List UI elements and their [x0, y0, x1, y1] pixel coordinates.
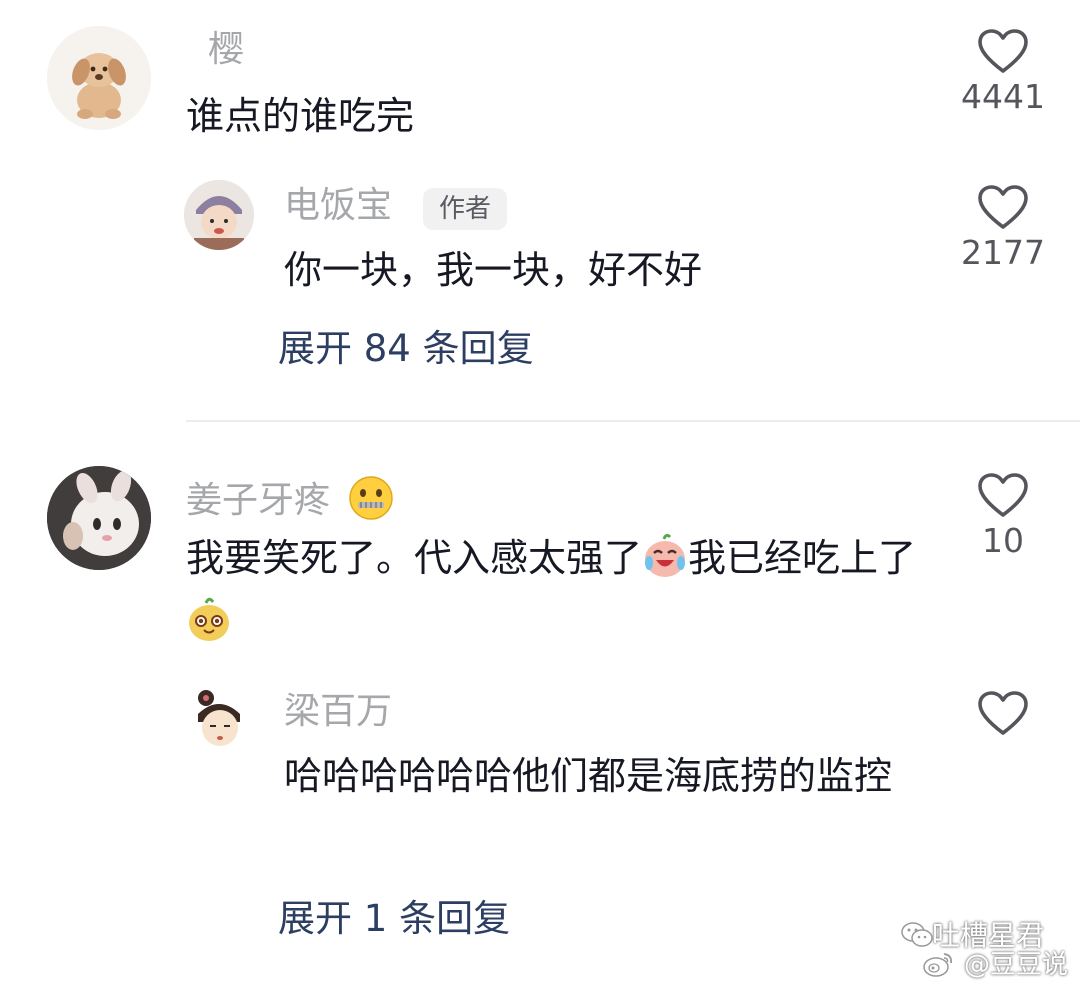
zipper-mouth-emoji-icon	[347, 474, 395, 522]
avatar[interactable]	[47, 26, 151, 130]
wechat-icon	[901, 922, 933, 947]
heart-icon[interactable]	[948, 28, 1058, 74]
username-text: 姜子牙疼	[186, 480, 331, 521]
avatar[interactable]	[47, 466, 151, 570]
like-control[interactable]: 2177	[948, 184, 1058, 269]
author-badge: 作者	[423, 188, 508, 230]
heart-icon[interactable]	[948, 184, 1058, 230]
cartoon-girl-avatar-icon	[184, 686, 254, 756]
comment-text: 谁点的谁吃完	[186, 94, 415, 138]
expand-replies-link[interactable]: 展开 1 条回复	[278, 900, 510, 937]
girl-avatar-icon	[184, 180, 254, 250]
watermark-account-name: 吐槽星君	[931, 919, 1044, 952]
comment-text-part: 我已经吃上了	[688, 536, 917, 580]
username[interactable]: 樱	[208, 32, 244, 68]
comment-text: 你一块，我一块，好不好	[284, 248, 703, 292]
plush-avatar-icon	[47, 466, 151, 570]
avatar[interactable]	[184, 686, 254, 756]
divider	[186, 420, 1080, 422]
like-control[interactable]: 4441	[948, 28, 1058, 113]
expand-replies-link[interactable]: 展开 84 条回复	[278, 330, 534, 367]
weibo-icon	[923, 953, 953, 977]
username[interactable]: 电饭宝	[284, 188, 392, 224]
like-control[interactable]	[948, 690, 1058, 736]
like-count: 2177	[961, 233, 1045, 272]
avatar[interactable]	[184, 180, 254, 250]
like-count: 4441	[961, 77, 1045, 116]
watermark-handle: @豆豆说	[963, 950, 1068, 980]
comment-text: 哈哈哈哈哈哈他们都是海底捞的监控	[284, 754, 893, 798]
like-count: 10	[982, 521, 1024, 560]
username[interactable]: 姜子牙疼	[186, 474, 395, 522]
heart-icon[interactable]	[948, 690, 1058, 736]
comment-text: 我要笑死了。代入感太强了 我已经吃上了	[186, 526, 926, 654]
username[interactable]: 梁百万	[284, 694, 392, 730]
laugh-cry-emoji-icon	[642, 533, 688, 579]
like-control[interactable]: 10	[948, 472, 1058, 557]
puppy-avatar-icon	[47, 26, 151, 130]
potato-emoji-icon	[186, 597, 232, 643]
heart-icon[interactable]	[948, 472, 1058, 518]
comment-text-part: 我要笑死了。代入感太强了	[186, 536, 643, 580]
